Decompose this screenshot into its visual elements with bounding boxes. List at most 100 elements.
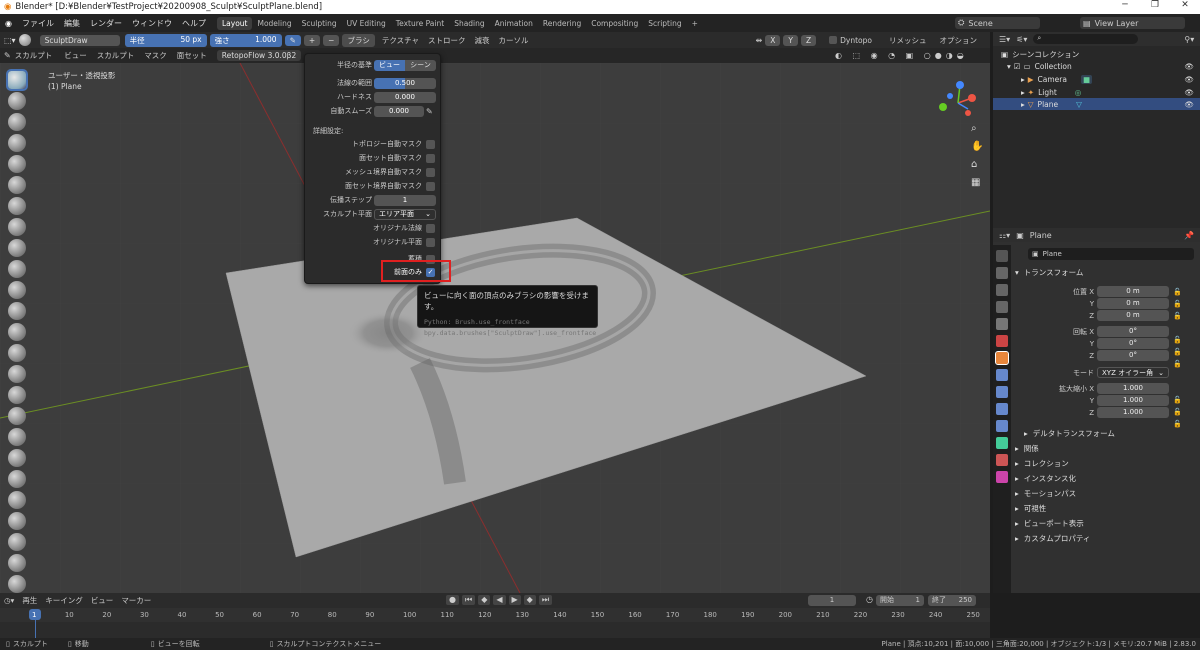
- start-frame-field[interactable]: 開始 1: [876, 595, 924, 606]
- perspective-toggle-icon[interactable]: ▦: [971, 177, 980, 188]
- tab-sculpting[interactable]: Sculpting: [297, 17, 342, 30]
- object-tab-icon[interactable]: [995, 351, 1009, 365]
- play-reverse-button[interactable]: ◀: [493, 595, 506, 605]
- tab-scripting[interactable]: Scripting: [643, 17, 686, 30]
- elastic-deform-brush-icon[interactable]: [8, 407, 26, 425]
- scale-y-field[interactable]: 1.000: [1097, 395, 1169, 406]
- exclude-checkbox-icon[interactable]: ☑: [1014, 62, 1021, 71]
- scale-x-field[interactable]: 1.000: [1097, 383, 1169, 394]
- menu-face-sets[interactable]: 面セット: [177, 50, 207, 61]
- rotation-x-field[interactable]: 0°: [1097, 326, 1169, 337]
- render-tab-icon[interactable]: [996, 267, 1008, 279]
- location-z-field[interactable]: 0 m: [1097, 310, 1169, 321]
- menu-keying[interactable]: キーイング: [45, 595, 83, 606]
- outliner-editor-icon[interactable]: ☰▾: [999, 35, 1010, 44]
- stroke-menu[interactable]: ストローク: [428, 35, 466, 46]
- brush-menu-button[interactable]: ブラシ: [342, 33, 375, 47]
- clay-strips-brush-icon[interactable]: [8, 134, 26, 152]
- eye-icon[interactable]: 👁: [1184, 100, 1194, 109]
- jump-start-button[interactable]: ⏮: [461, 595, 476, 605]
- visibility-panel-header[interactable]: ▸ 可視性: [1015, 503, 1046, 514]
- tab-uv-editing[interactable]: UV Editing: [342, 17, 391, 30]
- view-layer-selector[interactable]: ▤ View Layer: [1080, 17, 1185, 29]
- constraints-tab-icon[interactable]: [996, 420, 1008, 432]
- outliner-item-collection[interactable]: ▾ ☑ ▭ Collection 👁: [993, 60, 1200, 72]
- material-tab-icon[interactable]: [996, 454, 1008, 466]
- cloth-brush-icon[interactable]: [8, 554, 26, 572]
- dyntopo-checkbox[interactable]: [829, 36, 838, 44]
- tab-animation[interactable]: Animation: [490, 17, 538, 30]
- outliner-item-plane[interactable]: ▸ ▽ Plane ▽ 👁: [993, 98, 1200, 110]
- original-plane-checkbox[interactable]: [426, 237, 435, 247]
- jump-key-back-button[interactable]: ◆: [478, 595, 491, 605]
- brush-preview-icon[interactable]: [18, 34, 31, 46]
- menu-playback[interactable]: 再生: [22, 595, 37, 606]
- location-y-field[interactable]: 0 m: [1097, 298, 1169, 309]
- tab-shading[interactable]: Shading: [449, 17, 489, 30]
- mode-selector[interactable]: スカルプト: [15, 50, 53, 61]
- draw-brush-icon[interactable]: [6, 69, 28, 91]
- tab-texture-paint[interactable]: Texture Paint: [391, 17, 449, 30]
- current-frame-field[interactable]: 1: [808, 595, 856, 606]
- retopoflow-button[interactable]: RetopoFlow 3.0.0β2: [216, 50, 302, 61]
- menu-mask[interactable]: マスク: [144, 50, 167, 61]
- slide-relax-brush-icon[interactable]: [8, 533, 26, 551]
- zoom-icon[interactable]: ⌕: [971, 123, 977, 134]
- tab-modeling[interactable]: Modeling: [252, 17, 296, 30]
- cursor-menu[interactable]: カーソル: [499, 35, 529, 46]
- snake-hook-brush-icon[interactable]: [8, 428, 26, 446]
- original-normal-checkbox[interactable]: [426, 223, 435, 233]
- crease-brush-icon[interactable]: [8, 239, 26, 257]
- fill-brush-icon[interactable]: [8, 302, 26, 320]
- options-menu[interactable]: オプション: [939, 35, 977, 46]
- auto-smooth-pressure-icon[interactable]: ✎: [426, 107, 433, 116]
- modifier-tab-icon[interactable]: [996, 369, 1008, 381]
- eye-icon[interactable]: 👁: [1184, 88, 1194, 97]
- scene-selector[interactable]: ⛭ Scene: [955, 17, 1040, 29]
- tab-compositing[interactable]: Compositing: [586, 17, 643, 30]
- play-button[interactable]: ▶: [508, 595, 521, 605]
- outliner-search-input[interactable]: ⌕: [1033, 34, 1139, 44]
- rotate-brush-icon[interactable]: [8, 512, 26, 530]
- end-frame-field[interactable]: 終了 250: [928, 595, 976, 606]
- menu-window[interactable]: ウィンドウ: [127, 18, 177, 29]
- collections-panel-header[interactable]: ▸ コレクション: [1015, 458, 1069, 469]
- jump-key-forward-button[interactable]: ◆: [523, 595, 536, 605]
- filter-icon[interactable]: ⚲▾: [1184, 35, 1194, 44]
- location-x-field[interactable]: 0 m: [1097, 286, 1169, 297]
- sculpt-plane-dropdown[interactable]: エリア平面 ⌄: [374, 208, 436, 220]
- editor-type-icon[interactable]: ⬚▾: [4, 36, 16, 45]
- tab-rendering[interactable]: Rendering: [538, 17, 586, 30]
- brush-name-field[interactable]: SculptDraw: [39, 34, 120, 46]
- view-layer-tab-icon[interactable]: [996, 301, 1008, 313]
- falloff-menu[interactable]: 減衰: [475, 35, 490, 46]
- add-workspace-button[interactable]: +: [687, 17, 703, 30]
- relations-panel-header[interactable]: ▸ 関係: [1015, 443, 1039, 454]
- viewport-shading-icons[interactable]: ◐ ⬚ ◉ ◔ ▣ ○●◑◒: [835, 51, 968, 60]
- multiplane-scrape-brush-icon[interactable]: [8, 344, 26, 362]
- pin-icon[interactable]: 📌: [1184, 231, 1194, 240]
- texture-tab-icon[interactable]: [996, 471, 1008, 483]
- tab-layout[interactable]: Layout: [216, 16, 253, 30]
- scale-z-field[interactable]: 1.000: [1097, 407, 1169, 418]
- eye-icon[interactable]: 👁: [1184, 62, 1194, 71]
- data-tab-icon[interactable]: [996, 437, 1008, 449]
- camera-view-icon[interactable]: ⌂: [971, 159, 977, 170]
- axis-x-toggle[interactable]: X: [765, 34, 781, 46]
- direction-subtract-button[interactable]: −: [323, 34, 340, 46]
- maximize-button[interactable]: ❐: [1140, 0, 1170, 14]
- menu-sculpt[interactable]: スカルプト: [97, 50, 135, 61]
- minimize-button[interactable]: ─: [1110, 0, 1140, 14]
- delta-transform-panel-header[interactable]: ▸ デルタトランスフォーム: [1024, 428, 1115, 439]
- outliner-item-light[interactable]: ▸ ✦ Light ◎ 👁: [993, 86, 1200, 98]
- strength-slider[interactable]: 強さ 1.000: [209, 33, 282, 47]
- inflate-brush-icon[interactable]: [8, 197, 26, 215]
- outliner-item-camera[interactable]: ▸ ▶ Camera ■ 👁: [993, 73, 1200, 85]
- axis-y-toggle[interactable]: Y: [783, 34, 798, 46]
- clay-brush-icon[interactable]: [8, 113, 26, 131]
- normal-radius-slider[interactable]: 0.500: [374, 77, 436, 89]
- draw-sharp-brush-icon[interactable]: [8, 92, 26, 110]
- flatten-brush-icon[interactable]: [8, 281, 26, 299]
- propagation-steps-field[interactable]: 1: [374, 194, 436, 206]
- rotation-y-field[interactable]: 0°: [1097, 338, 1169, 349]
